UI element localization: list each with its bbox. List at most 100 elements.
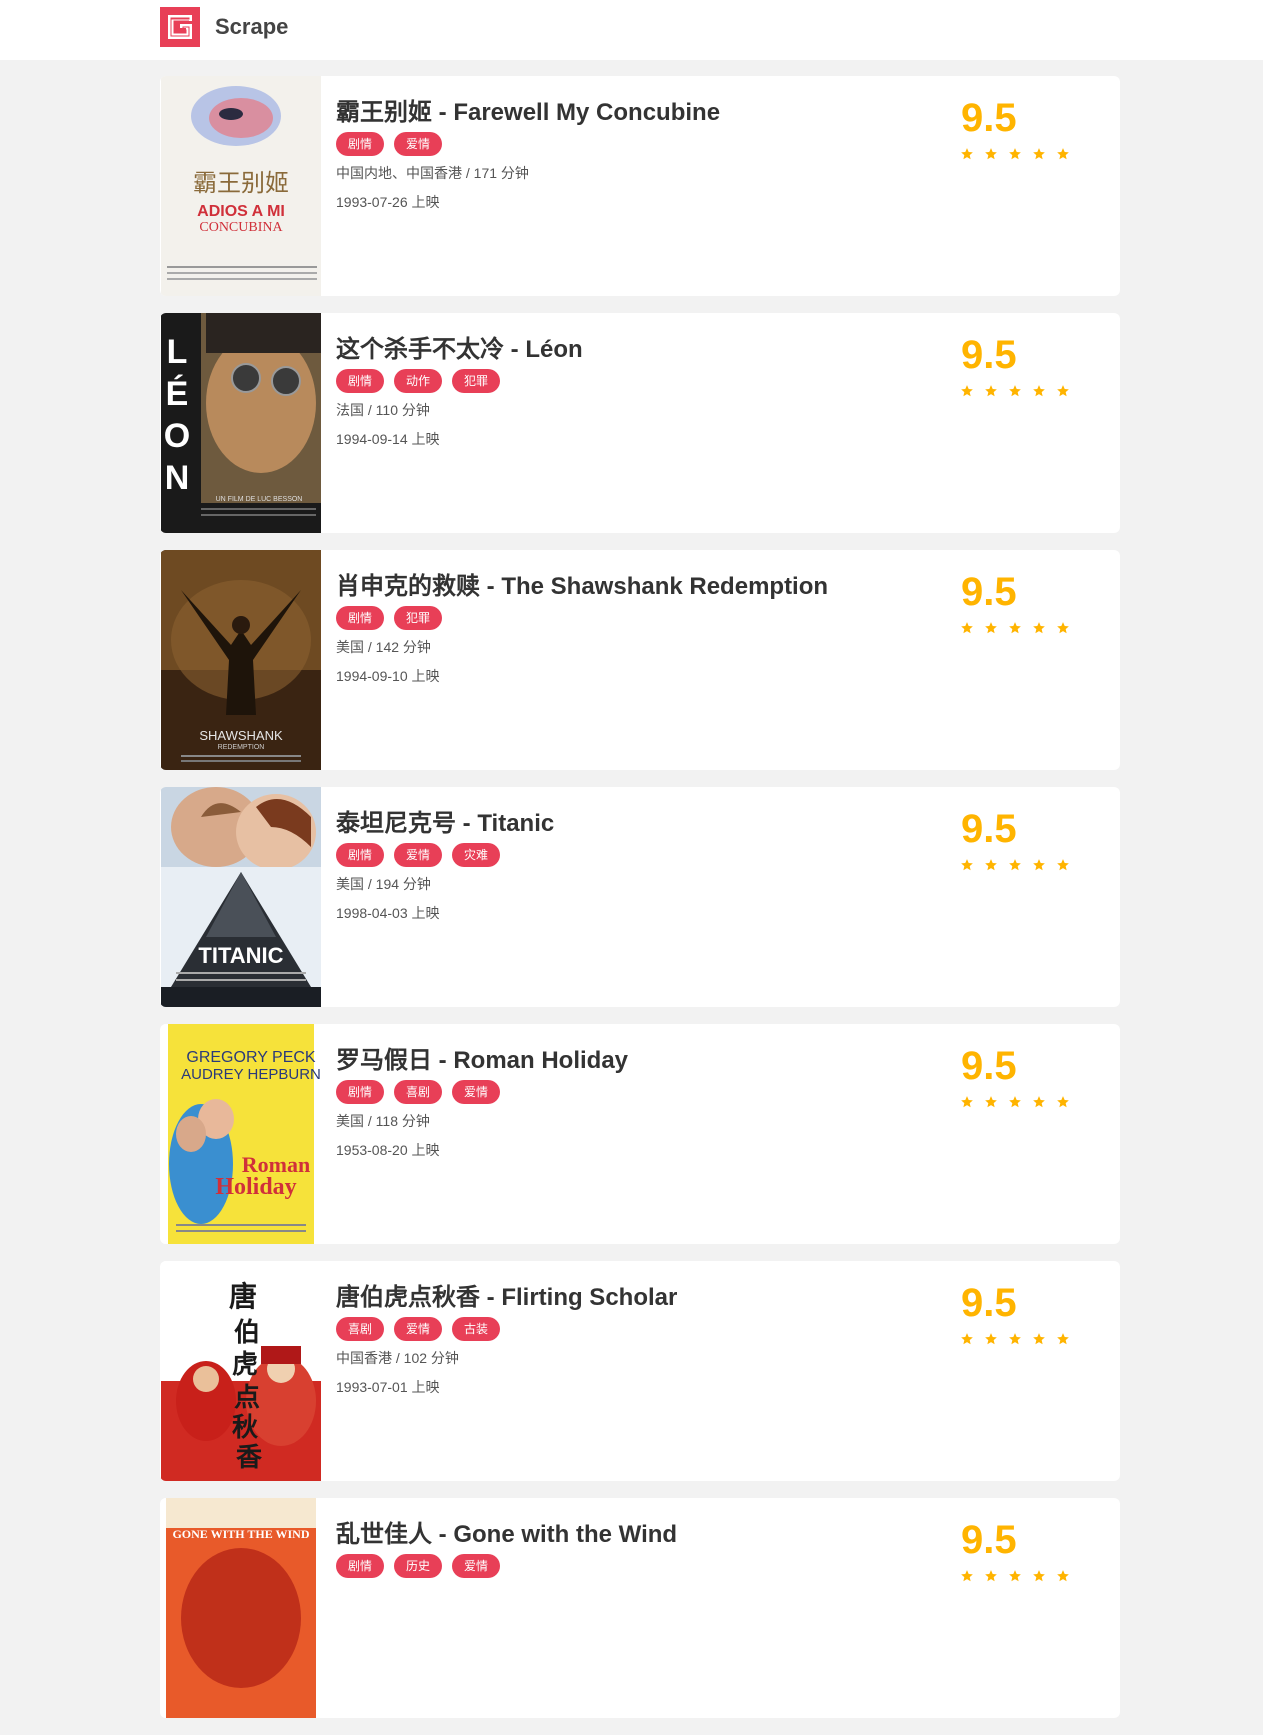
movie-title-link[interactable]: 这个杀手不太冷 - Léon (336, 333, 956, 367)
category-tag[interactable]: 历史 (394, 1554, 443, 1578)
score-panel: 9.5 (960, 1044, 1100, 1110)
category-tag[interactable]: 爱情 (394, 843, 443, 867)
star-rating (960, 1094, 1100, 1110)
category-tag[interactable]: 爱情 (394, 1317, 443, 1341)
star-rating (960, 620, 1100, 636)
movie-poster[interactable]: GONE WITH THE WIND (161, 1498, 321, 1718)
category-tag[interactable]: 喜剧 (394, 1080, 443, 1104)
movie-score: 9.5 (961, 96, 1017, 140)
star-icon (1056, 857, 1080, 873)
star-icon (1032, 146, 1056, 162)
movie-title-link[interactable]: 霸王别姬 - Farewell My Concubine (336, 96, 956, 130)
star-icon (960, 1094, 984, 1110)
category-tags: 剧情 犯罪 (336, 606, 956, 630)
movie-info: 这个杀手不太冷 - Léon 剧情 动作 犯罪 法国 / 110 分钟 1994-09-1… (336, 333, 956, 448)
region-duration: 法国 / 110 分钟 (336, 402, 430, 418)
category-tag[interactable]: 爱情 (452, 1554, 501, 1578)
release-date: 1993-07-26 上映 (336, 194, 440, 210)
svg-text:L: L (167, 333, 188, 371)
category-tag[interactable]: 剧情 (336, 369, 385, 393)
star-icon (984, 620, 1008, 636)
svg-text:N: N (165, 459, 190, 497)
star-icon (1032, 1568, 1056, 1584)
svg-text:点: 点 (234, 1382, 260, 1413)
star-icon (960, 383, 984, 399)
score-panel: 9.5 (960, 96, 1100, 162)
movie-poster[interactable]: L É O N UN FILM DE LUC BESSON (161, 313, 321, 533)
star-rating (960, 857, 1100, 873)
category-tag[interactable]: 剧情 (336, 1080, 385, 1104)
brand-title: Scrape (215, 14, 289, 39)
star-icon (1056, 146, 1080, 162)
category-tags: 剧情 爱情 (336, 132, 956, 156)
region-duration: 美国 / 118 分钟 (336, 1113, 430, 1129)
score-panel: 9.5 (960, 807, 1100, 873)
movie-poster[interactable]: 唐 伯 虎 点 秋 香 (161, 1261, 321, 1481)
star-icon (1008, 1094, 1032, 1110)
movie-card: L É O N UN FILM DE LUC BESSON 这个杀手不太冷 - … (160, 313, 1120, 533)
category-tag[interactable]: 喜剧 (336, 1317, 385, 1341)
category-tag[interactable]: 剧情 (336, 1554, 385, 1578)
category-tag[interactable]: 爱情 (452, 1080, 501, 1104)
star-icon (1008, 620, 1032, 636)
svg-text:唐: 唐 (229, 1280, 257, 1313)
release-date: 1994-09-10 上映 (336, 668, 440, 684)
svg-text:虎: 虎 (232, 1350, 258, 1380)
movie-poster[interactable]: SHAWSHANK REDEMPTION (161, 550, 321, 770)
movie-title-link[interactable]: 泰坦尼克号 - Titanic (336, 807, 956, 841)
star-icon (984, 1094, 1008, 1110)
movie-card: 霸王别姬 ADIOS A MI CONCUBINA 霸王别姬 - Farewel… (160, 76, 1120, 296)
movie-card: TITANIC 泰坦尼克号 - Titanic 剧情 爱情 灾难 美国 / 194 分钟… (160, 787, 1120, 1007)
movie-card: GONE WITH THE WIND 乱世佳人 - Gone with the … (160, 1498, 1120, 1718)
star-icon (1008, 383, 1032, 399)
region-duration: 中国内地、中国香港 / 171 分钟 (336, 165, 529, 181)
svg-text:CONCUBINA: CONCUBINA (199, 220, 283, 235)
movie-title-link[interactable]: 肖申克的救赎 - The Shawshank Redemption (336, 570, 956, 604)
category-tag[interactable]: 爱情 (394, 132, 443, 156)
svg-text:Holiday: Holiday (215, 1174, 296, 1200)
movie-card: GREGORY PECK AUDREY HEPBURN Roman Holida… (160, 1024, 1120, 1244)
movie-info: 罗马假日 - Roman Holiday 剧情 喜剧 爱情 美国 / 118 分钟 195… (336, 1044, 956, 1159)
category-tag[interactable]: 古装 (452, 1317, 501, 1341)
category-tag[interactable]: 剧情 (336, 132, 385, 156)
svg-text:REDEMPTION: REDEMPTION (218, 744, 265, 751)
star-icon (1032, 1331, 1056, 1347)
category-tag[interactable]: 灾难 (452, 843, 501, 867)
star-icon (984, 146, 1008, 162)
score-panel: 9.5 (960, 1518, 1100, 1584)
movie-poster[interactable]: 霸王别姬 ADIOS A MI CONCUBINA (161, 76, 321, 296)
score-panel: 9.5 (960, 333, 1100, 399)
top-header: Scrape (0, 0, 1263, 60)
movie-score: 9.5 (961, 807, 1017, 851)
svg-text:GONE WITH THE WIND: GONE WITH THE WIND (172, 1527, 309, 1541)
category-tag[interactable]: 剧情 (336, 843, 385, 867)
category-tag[interactable]: 动作 (394, 369, 443, 393)
movie-title-link[interactable]: 唐伯虎点秋香 - Flirting Scholar (336, 1281, 956, 1315)
star-icon (984, 1331, 1008, 1347)
category-tag[interactable]: 犯罪 (394, 606, 443, 630)
star-icon (960, 620, 984, 636)
svg-text:秋: 秋 (232, 1413, 259, 1443)
movie-title-link[interactable]: 乱世佳人 - Gone with the Wind (336, 1518, 956, 1552)
movie-score: 9.5 (961, 1281, 1017, 1325)
movie-info: 唐伯虎点秋香 - Flirting Scholar 喜剧 爱情 古装中国香港 / 10… (336, 1281, 956, 1396)
region-duration: 中国香港 / 102 分钟 (336, 1350, 459, 1366)
svg-text:AUDREY HEPBURN: AUDREY HEPBURN (181, 1066, 321, 1083)
svg-text:TITANIC: TITANIC (198, 943, 283, 968)
movie-title-link[interactable]: 罗马假日 - Roman Holiday (336, 1044, 956, 1078)
category-tag[interactable]: 剧情 (336, 606, 385, 630)
svg-text:ADIOS A MI: ADIOS A MI (197, 203, 285, 220)
star-icon (984, 857, 1008, 873)
star-icon (1032, 620, 1056, 636)
star-icon (1056, 620, 1080, 636)
star-icon (960, 1568, 984, 1584)
svg-text:香: 香 (236, 1443, 262, 1473)
brand-link[interactable]: Scrape (160, 7, 288, 47)
movie-poster[interactable]: GREGORY PECK AUDREY HEPBURN Roman Holida… (161, 1024, 321, 1244)
star-icon (1032, 1094, 1056, 1110)
movie-score: 9.5 (961, 1044, 1017, 1088)
movie-list: 霸王别姬 ADIOS A MI CONCUBINA 霸王别姬 - Farewel… (160, 76, 1120, 1735)
category-tag[interactable]: 犯罪 (452, 369, 501, 393)
movie-poster[interactable]: TITANIC (161, 787, 321, 1007)
movie-info: 霸王别姬 - Farewell My Concubine 剧情 爱情中国内地、中国香… (336, 96, 956, 211)
